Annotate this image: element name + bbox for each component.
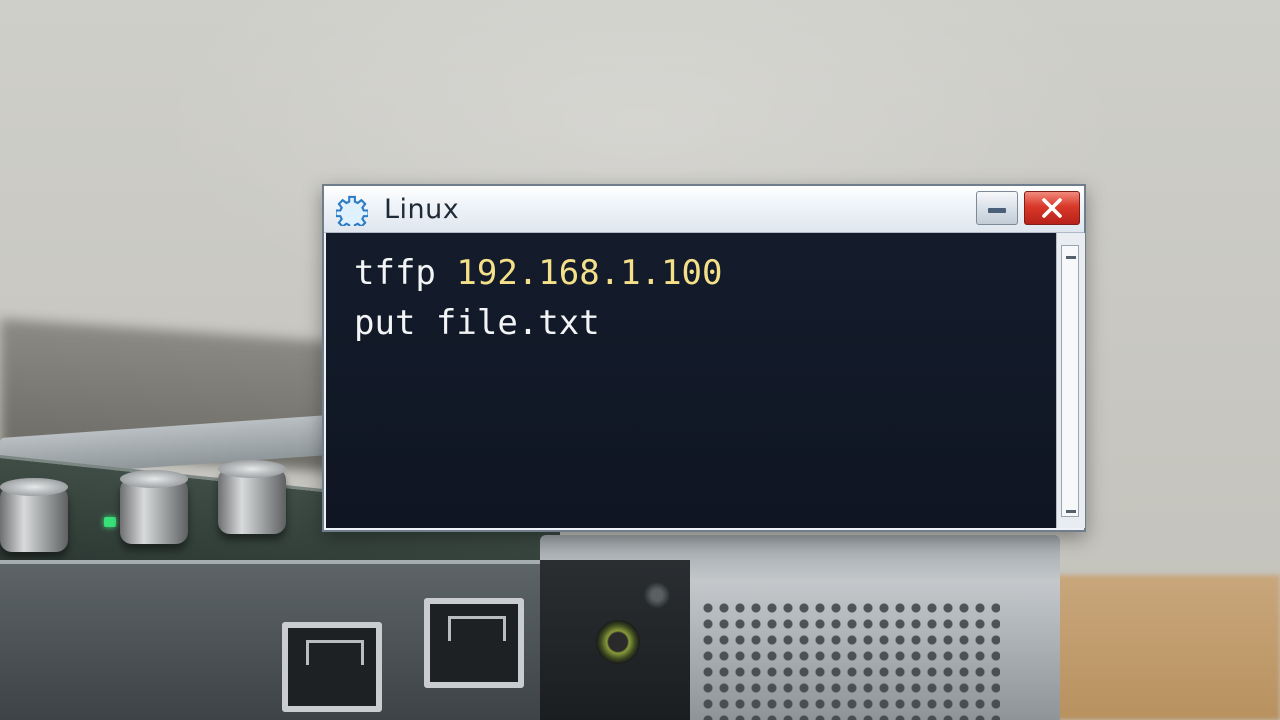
command-text: put — [354, 303, 416, 343]
antenna-connector — [0, 478, 68, 552]
antenna-connector — [120, 470, 188, 544]
title-bar[interactable]: Linux — [324, 186, 1084, 233]
gear-icon — [334, 194, 370, 231]
window-title: Linux — [384, 194, 460, 225]
ethernet-port — [282, 622, 382, 712]
terminal-line: tffp 192.168.1.100 — [354, 253, 722, 293]
close-icon — [1042, 198, 1062, 218]
terminal-output[interactable]: tffp 192.168.1.100 put file.txt — [326, 233, 1056, 528]
status-led — [104, 517, 116, 527]
terminal-line: put file.txt — [354, 303, 600, 343]
command-text: tffp — [354, 253, 436, 293]
minimize-icon — [988, 208, 1006, 213]
audio-jack — [596, 620, 640, 664]
ethernet-port — [424, 598, 524, 688]
scroll-down-icon[interactable] — [1066, 510, 1076, 513]
scrollbar-track[interactable] — [1061, 245, 1079, 517]
ip-address-text: 192.168.1.100 — [456, 253, 723, 293]
filename-text: file.txt — [435, 303, 600, 343]
vent-grill — [700, 600, 1000, 720]
antenna-connector — [218, 460, 286, 534]
scroll-up-icon[interactable] — [1066, 256, 1076, 259]
terminal-window[interactable]: Linux tffp 192.168.1.100 put file.txt — [322, 184, 1086, 532]
close-button[interactable] — [1024, 191, 1080, 225]
vertical-scrollbar[interactable] — [1056, 233, 1085, 528]
wooden-desk — [1040, 575, 1280, 720]
screw — [644, 582, 670, 608]
minimize-button[interactable] — [976, 191, 1018, 225]
photo-scene: Linux tffp 192.168.1.100 put file.txt — [0, 0, 1280, 720]
